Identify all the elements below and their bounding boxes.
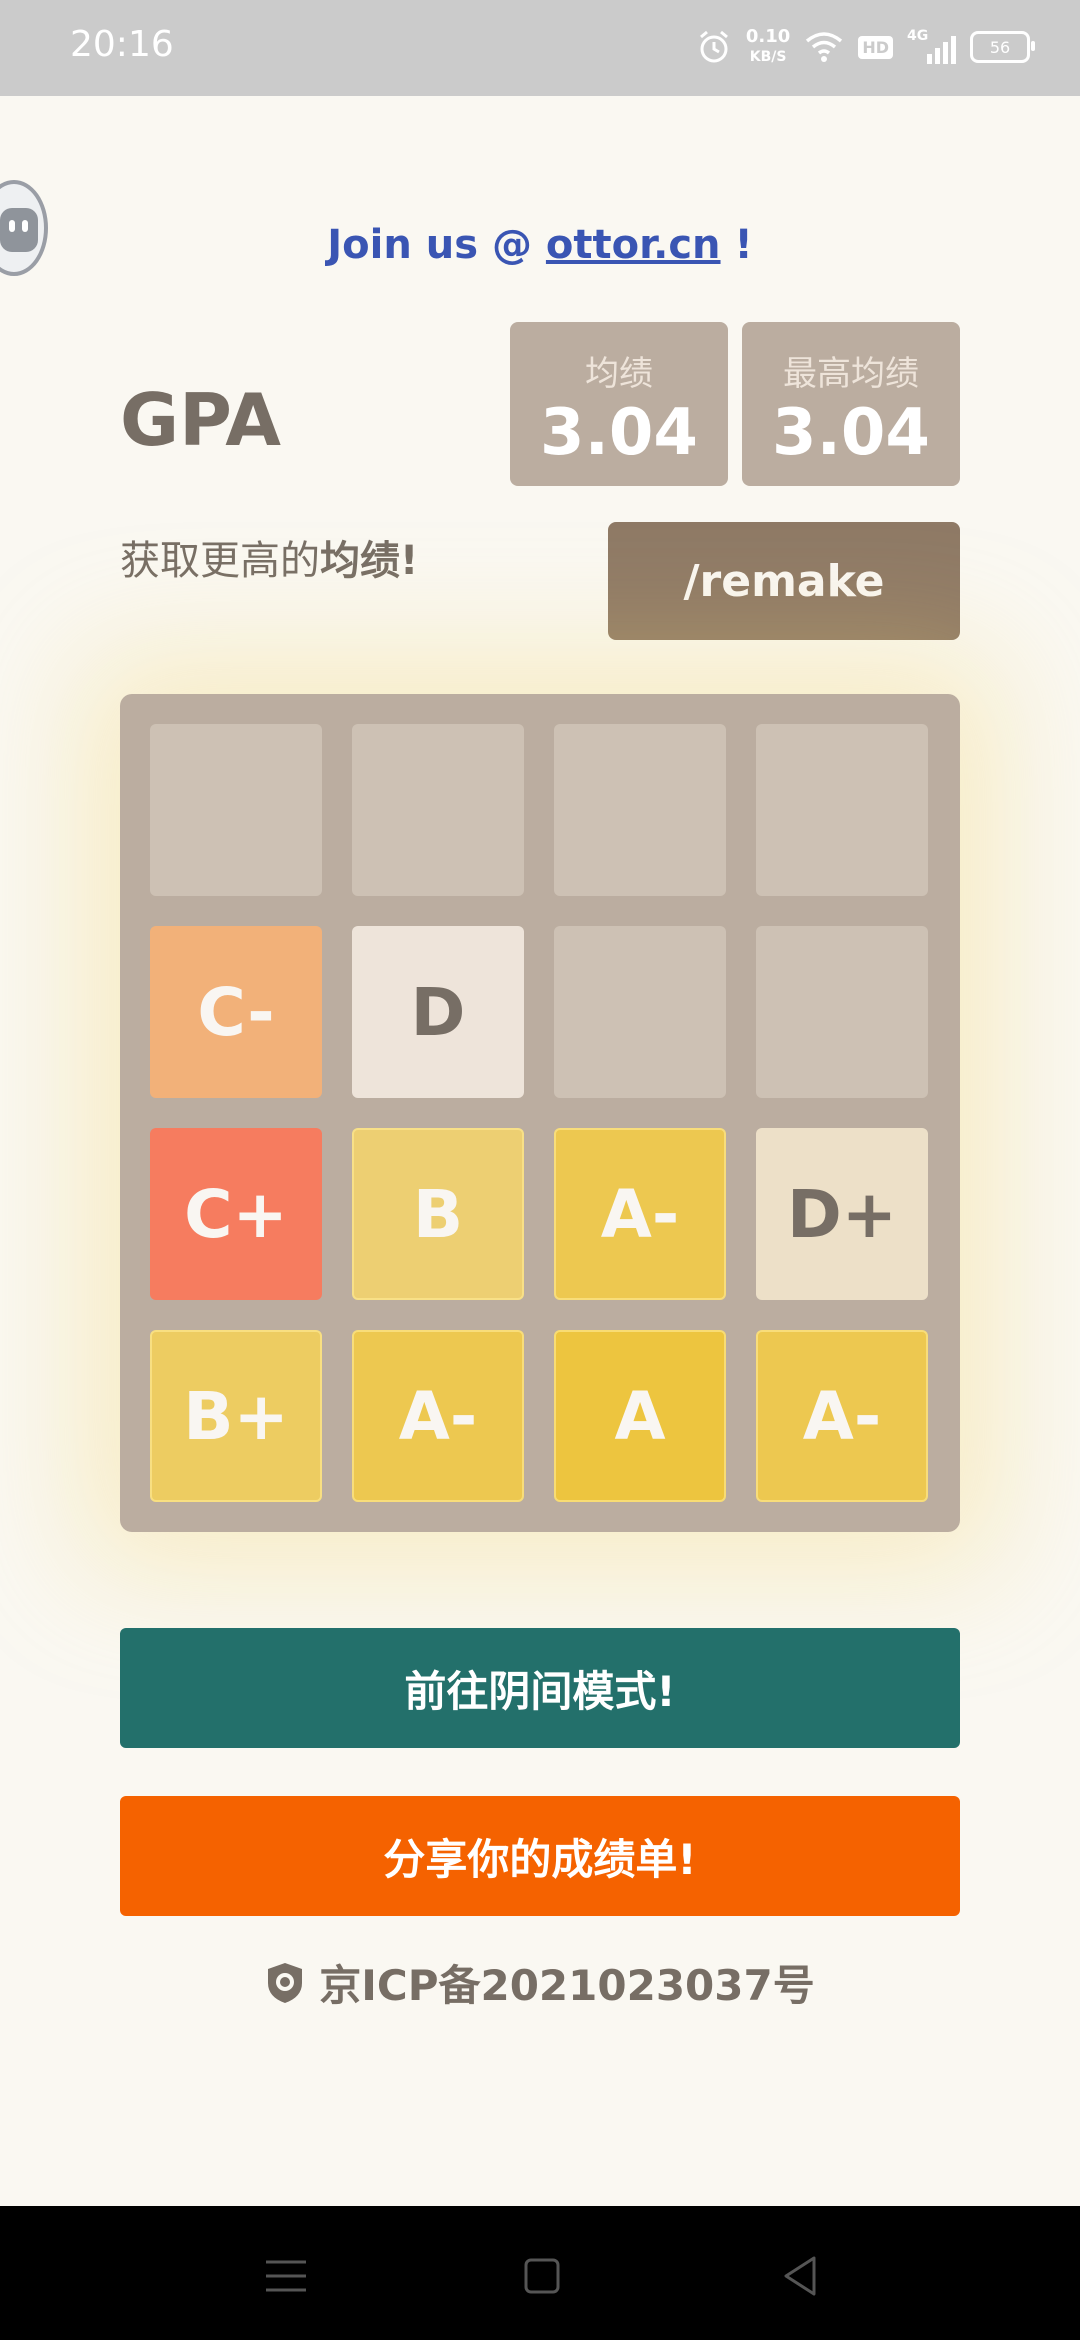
menu-icon[interactable] bbox=[256, 2246, 316, 2306]
ottor-link[interactable]: ottor.cn bbox=[546, 222, 721, 268]
net-speed-value: 0.10 bbox=[745, 26, 791, 47]
empty-cell bbox=[554, 926, 726, 1098]
grade-tile: A bbox=[554, 1330, 726, 1502]
empty-cell bbox=[150, 724, 322, 896]
empty-cell bbox=[756, 926, 928, 1098]
empty-cell bbox=[352, 724, 524, 896]
game-board[interactable]: C- D C+ B A- D+ B+ A- A A- bbox=[120, 694, 960, 1532]
back-icon[interactable] bbox=[770, 2246, 830, 2306]
status-bar: 20:16 0.10 KB/S HD 4G 56 bbox=[0, 0, 1080, 96]
grade-tile: C- bbox=[150, 926, 322, 1098]
status-time: 20:16 bbox=[70, 24, 174, 65]
police-badge-icon bbox=[268, 1962, 303, 2003]
game-intro: 获取更高的均绩! bbox=[120, 528, 418, 586]
score-value: 3.04 bbox=[540, 396, 698, 470]
wifi-icon bbox=[806, 32, 843, 62]
best-score-value: 3.04 bbox=[772, 396, 930, 470]
net-speed-unit: KB/S bbox=[749, 49, 787, 65]
icp-footer: 京ICP备2021023037号 bbox=[0, 1952, 1080, 2013]
dark-mode-button[interactable]: 前往阴间模式! bbox=[120, 1628, 960, 1748]
hd-icon: HD bbox=[858, 35, 893, 59]
share-button[interactable]: 分享你的成绩单! bbox=[120, 1796, 960, 1916]
grade-tile: B bbox=[352, 1128, 524, 1300]
empty-cell bbox=[554, 724, 726, 896]
grade-tile: D+ bbox=[756, 1128, 928, 1300]
grade-tile: C+ bbox=[150, 1128, 322, 1300]
alarm-icon bbox=[699, 30, 728, 63]
system-nav-bar bbox=[0, 2206, 1080, 2340]
battery-level: 56 bbox=[989, 37, 1011, 57]
best-score-box: 最高均绩 3.04 bbox=[742, 322, 960, 486]
score-box: 均绩 3.04 bbox=[510, 322, 728, 486]
grade-tile: B+ bbox=[150, 1330, 322, 1502]
join-banner: Join us @ ottor.cn ! bbox=[0, 222, 1080, 268]
score-label: 均绩 bbox=[585, 354, 653, 394]
intro-text: 获取更高的 bbox=[120, 538, 320, 584]
network-type: 4G bbox=[907, 28, 929, 44]
join-suffix: ! bbox=[720, 222, 753, 268]
game-title: GPA bbox=[120, 378, 281, 462]
home-icon[interactable] bbox=[512, 2246, 572, 2306]
grade-tile: A- bbox=[554, 1128, 726, 1300]
best-score-label: 最高均绩 bbox=[783, 354, 919, 394]
icp-number[interactable]: 京ICP备2021023037号 bbox=[319, 1952, 814, 2013]
grade-tile: A- bbox=[756, 1330, 928, 1502]
empty-cell bbox=[756, 724, 928, 896]
status-icons: 0.10 KB/S HD 4G 56 bbox=[696, 22, 1035, 72]
join-prefix: Join us @ bbox=[327, 222, 546, 268]
intro-bold-text: 均绩! bbox=[320, 538, 419, 584]
remake-button[interactable]: /remake bbox=[608, 522, 960, 640]
battery-icon: 56 bbox=[970, 31, 1035, 63]
grade-tile: D bbox=[352, 926, 524, 1098]
net-speed: 0.10 KB/S bbox=[746, 27, 790, 67]
grade-tile: A- bbox=[352, 1330, 524, 1502]
signal-icon: 4G bbox=[907, 28, 956, 64]
